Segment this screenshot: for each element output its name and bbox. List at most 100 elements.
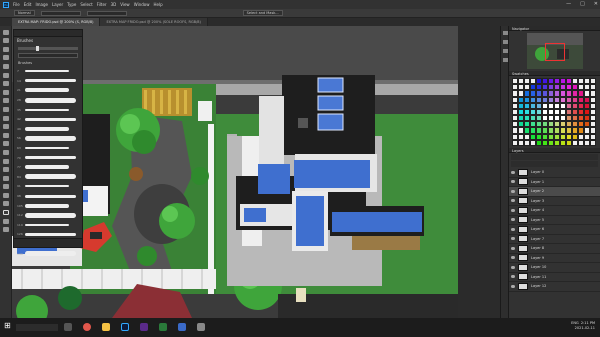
brush-preset-item[interactable]: 140 bbox=[17, 249, 78, 258]
brush-preset-item[interactable]: 105 bbox=[17, 201, 78, 210]
quick-mask-icon[interactable] bbox=[3, 218, 9, 224]
gradient-tool-icon[interactable] bbox=[3, 124, 9, 130]
task-view-icon[interactable] bbox=[64, 323, 72, 331]
menu-select[interactable]: Select bbox=[80, 2, 92, 7]
navigator-thumbnail[interactable] bbox=[527, 33, 583, 69]
menu-edit[interactable]: Edit bbox=[24, 2, 32, 7]
eraser-tool-icon[interactable] bbox=[3, 115, 9, 121]
clock-time[interactable]: 2:11 PM bbox=[581, 321, 595, 325]
visibility-eye-icon[interactable] bbox=[511, 227, 515, 231]
brush-preset-item[interactable]: 112 bbox=[17, 211, 78, 220]
properties-icon[interactable] bbox=[502, 40, 508, 44]
menu-image[interactable]: Image bbox=[35, 2, 48, 7]
minimize-button[interactable]: — bbox=[566, 1, 571, 7]
menu-3d[interactable]: 3D bbox=[111, 2, 117, 7]
layer-row[interactable]: Layer 1 bbox=[509, 178, 600, 187]
clock-date[interactable]: 2021-02-11 bbox=[571, 326, 595, 331]
visibility-eye-icon[interactable] bbox=[511, 275, 515, 279]
options-field-2[interactable] bbox=[86, 10, 127, 16]
zoom-tool-icon[interactable] bbox=[3, 192, 9, 198]
blur-tool-icon[interactable] bbox=[3, 132, 9, 138]
layer-row[interactable]: Layer 6 bbox=[509, 225, 600, 235]
layer-row[interactable]: Layer 10 bbox=[509, 263, 600, 273]
paragraph-icon[interactable] bbox=[502, 58, 508, 62]
layer-filter-row[interactable] bbox=[511, 154, 598, 160]
brush-preset-item[interactable]: 77 bbox=[17, 163, 78, 172]
healing-tool-icon[interactable] bbox=[3, 81, 9, 87]
menu-window[interactable]: Window bbox=[134, 2, 150, 7]
history-icon[interactable] bbox=[502, 31, 508, 35]
visibility-eye-icon[interactable] bbox=[511, 246, 515, 250]
menu-help[interactable]: Help bbox=[153, 2, 162, 7]
visibility-eye-icon[interactable] bbox=[511, 256, 515, 260]
layer-row[interactable]: Layer 2 bbox=[509, 187, 600, 197]
mode-dropdown[interactable]: Normal bbox=[14, 10, 35, 16]
brush-preset-item[interactable]: 49 bbox=[17, 125, 78, 134]
marquee-tool-icon[interactable] bbox=[3, 38, 9, 44]
pen-tool-icon[interactable] bbox=[3, 149, 9, 155]
hand-tool-icon[interactable] bbox=[3, 184, 9, 190]
brush-preset-item[interactable]: 91 bbox=[17, 182, 78, 191]
options-field[interactable] bbox=[40, 10, 81, 16]
start-button[interactable]: ⊞ bbox=[4, 321, 11, 330]
layer-row[interactable]: Layer 11 bbox=[509, 273, 600, 282]
lasso-tool-icon[interactable] bbox=[3, 46, 9, 52]
layer-row[interactable]: Layer 5 bbox=[509, 216, 600, 225]
brush-preset-item[interactable]: 70 bbox=[17, 153, 78, 162]
layer-row[interactable]: Layer 0 bbox=[509, 168, 600, 178]
layer-row[interactable]: Layer 7 bbox=[509, 235, 600, 244]
edit-toolbar-icon[interactable] bbox=[3, 201, 9, 207]
move-tool-icon[interactable] bbox=[3, 29, 9, 35]
brush-group-label[interactable]: Brushes bbox=[14, 60, 82, 66]
visibility-eye-icon[interactable] bbox=[511, 180, 515, 184]
tab-document-2[interactable]: EXTRA MAP FRIDO.psd @ 200% (SOLE ROOFS, … bbox=[100, 18, 208, 26]
eyedropper-tool-icon[interactable] bbox=[3, 72, 9, 78]
photoshop-task-icon[interactable] bbox=[121, 323, 129, 331]
browser-icon[interactable] bbox=[83, 323, 91, 331]
layer-row[interactable]: Layer 3 bbox=[509, 197, 600, 206]
adjustments-icon[interactable] bbox=[502, 49, 508, 53]
visibility-eye-icon[interactable] bbox=[511, 208, 515, 212]
visibility-eye-icon[interactable] bbox=[511, 284, 515, 288]
layers-title[interactable]: Layers bbox=[509, 148, 600, 153]
navigator-title[interactable]: Navigator bbox=[509, 26, 600, 31]
close-button[interactable]: ✕ bbox=[594, 1, 598, 7]
blend-mode-row[interactable] bbox=[511, 161, 598, 167]
stamp-tool-icon[interactable] bbox=[3, 98, 9, 104]
swatch-grid[interactable] bbox=[512, 78, 596, 146]
brush-preset-item[interactable]: 56 bbox=[17, 134, 78, 143]
brush-preset-item[interactable]: 35 bbox=[17, 105, 78, 114]
crop-tool-icon[interactable] bbox=[3, 63, 9, 69]
language-indicator[interactable]: ENG bbox=[571, 321, 579, 325]
brush-size-slider[interactable] bbox=[18, 46, 78, 51]
color-swatch[interactable] bbox=[590, 139, 596, 146]
brush-preset-item[interactable]: 119 bbox=[17, 221, 78, 230]
brush-preset-item[interactable]: 21 bbox=[17, 86, 78, 95]
file-explorer-icon[interactable] bbox=[102, 323, 110, 331]
foreground-color-swatch[interactable] bbox=[3, 210, 9, 216]
path-select-tool-icon[interactable] bbox=[3, 167, 9, 173]
quick-select-tool-icon[interactable] bbox=[3, 55, 9, 61]
brush-preset-item[interactable]: 14 bbox=[17, 77, 78, 86]
visibility-eye-icon[interactable] bbox=[511, 189, 515, 193]
layer-row[interactable]: Layer 9 bbox=[509, 254, 600, 263]
brush-preset-item[interactable]: 98 bbox=[17, 192, 78, 201]
swatches-title[interactable]: Swatches bbox=[509, 71, 600, 76]
maximize-button[interactable]: □ bbox=[580, 1, 585, 7]
visibility-eye-icon[interactable] bbox=[511, 237, 515, 241]
screen-mode-icon[interactable] bbox=[3, 227, 9, 233]
brush-preset-item[interactable]: 84 bbox=[17, 173, 78, 182]
menu-file[interactable]: File bbox=[13, 2, 20, 7]
menu-view[interactable]: View bbox=[120, 2, 130, 7]
taskbar-search[interactable] bbox=[16, 324, 58, 331]
type-tool-icon[interactable] bbox=[3, 158, 9, 164]
app-icon-5[interactable] bbox=[140, 323, 148, 331]
brush-preset-item[interactable]: 42 bbox=[17, 115, 78, 124]
app-icon-7[interactable] bbox=[178, 323, 186, 331]
select-and-mask-button[interactable]: Select and Mask... bbox=[242, 10, 283, 16]
visibility-eye-icon[interactable] bbox=[511, 170, 515, 174]
brush-preset-item[interactable]: 63 bbox=[17, 144, 78, 153]
tab-document-1[interactable]: EXTRA MAP: FRIDO.psd @ 200% (S, RGB/8) bbox=[12, 18, 101, 26]
visibility-eye-icon[interactable] bbox=[511, 265, 515, 269]
menu-layer[interactable]: Layer bbox=[52, 2, 63, 7]
